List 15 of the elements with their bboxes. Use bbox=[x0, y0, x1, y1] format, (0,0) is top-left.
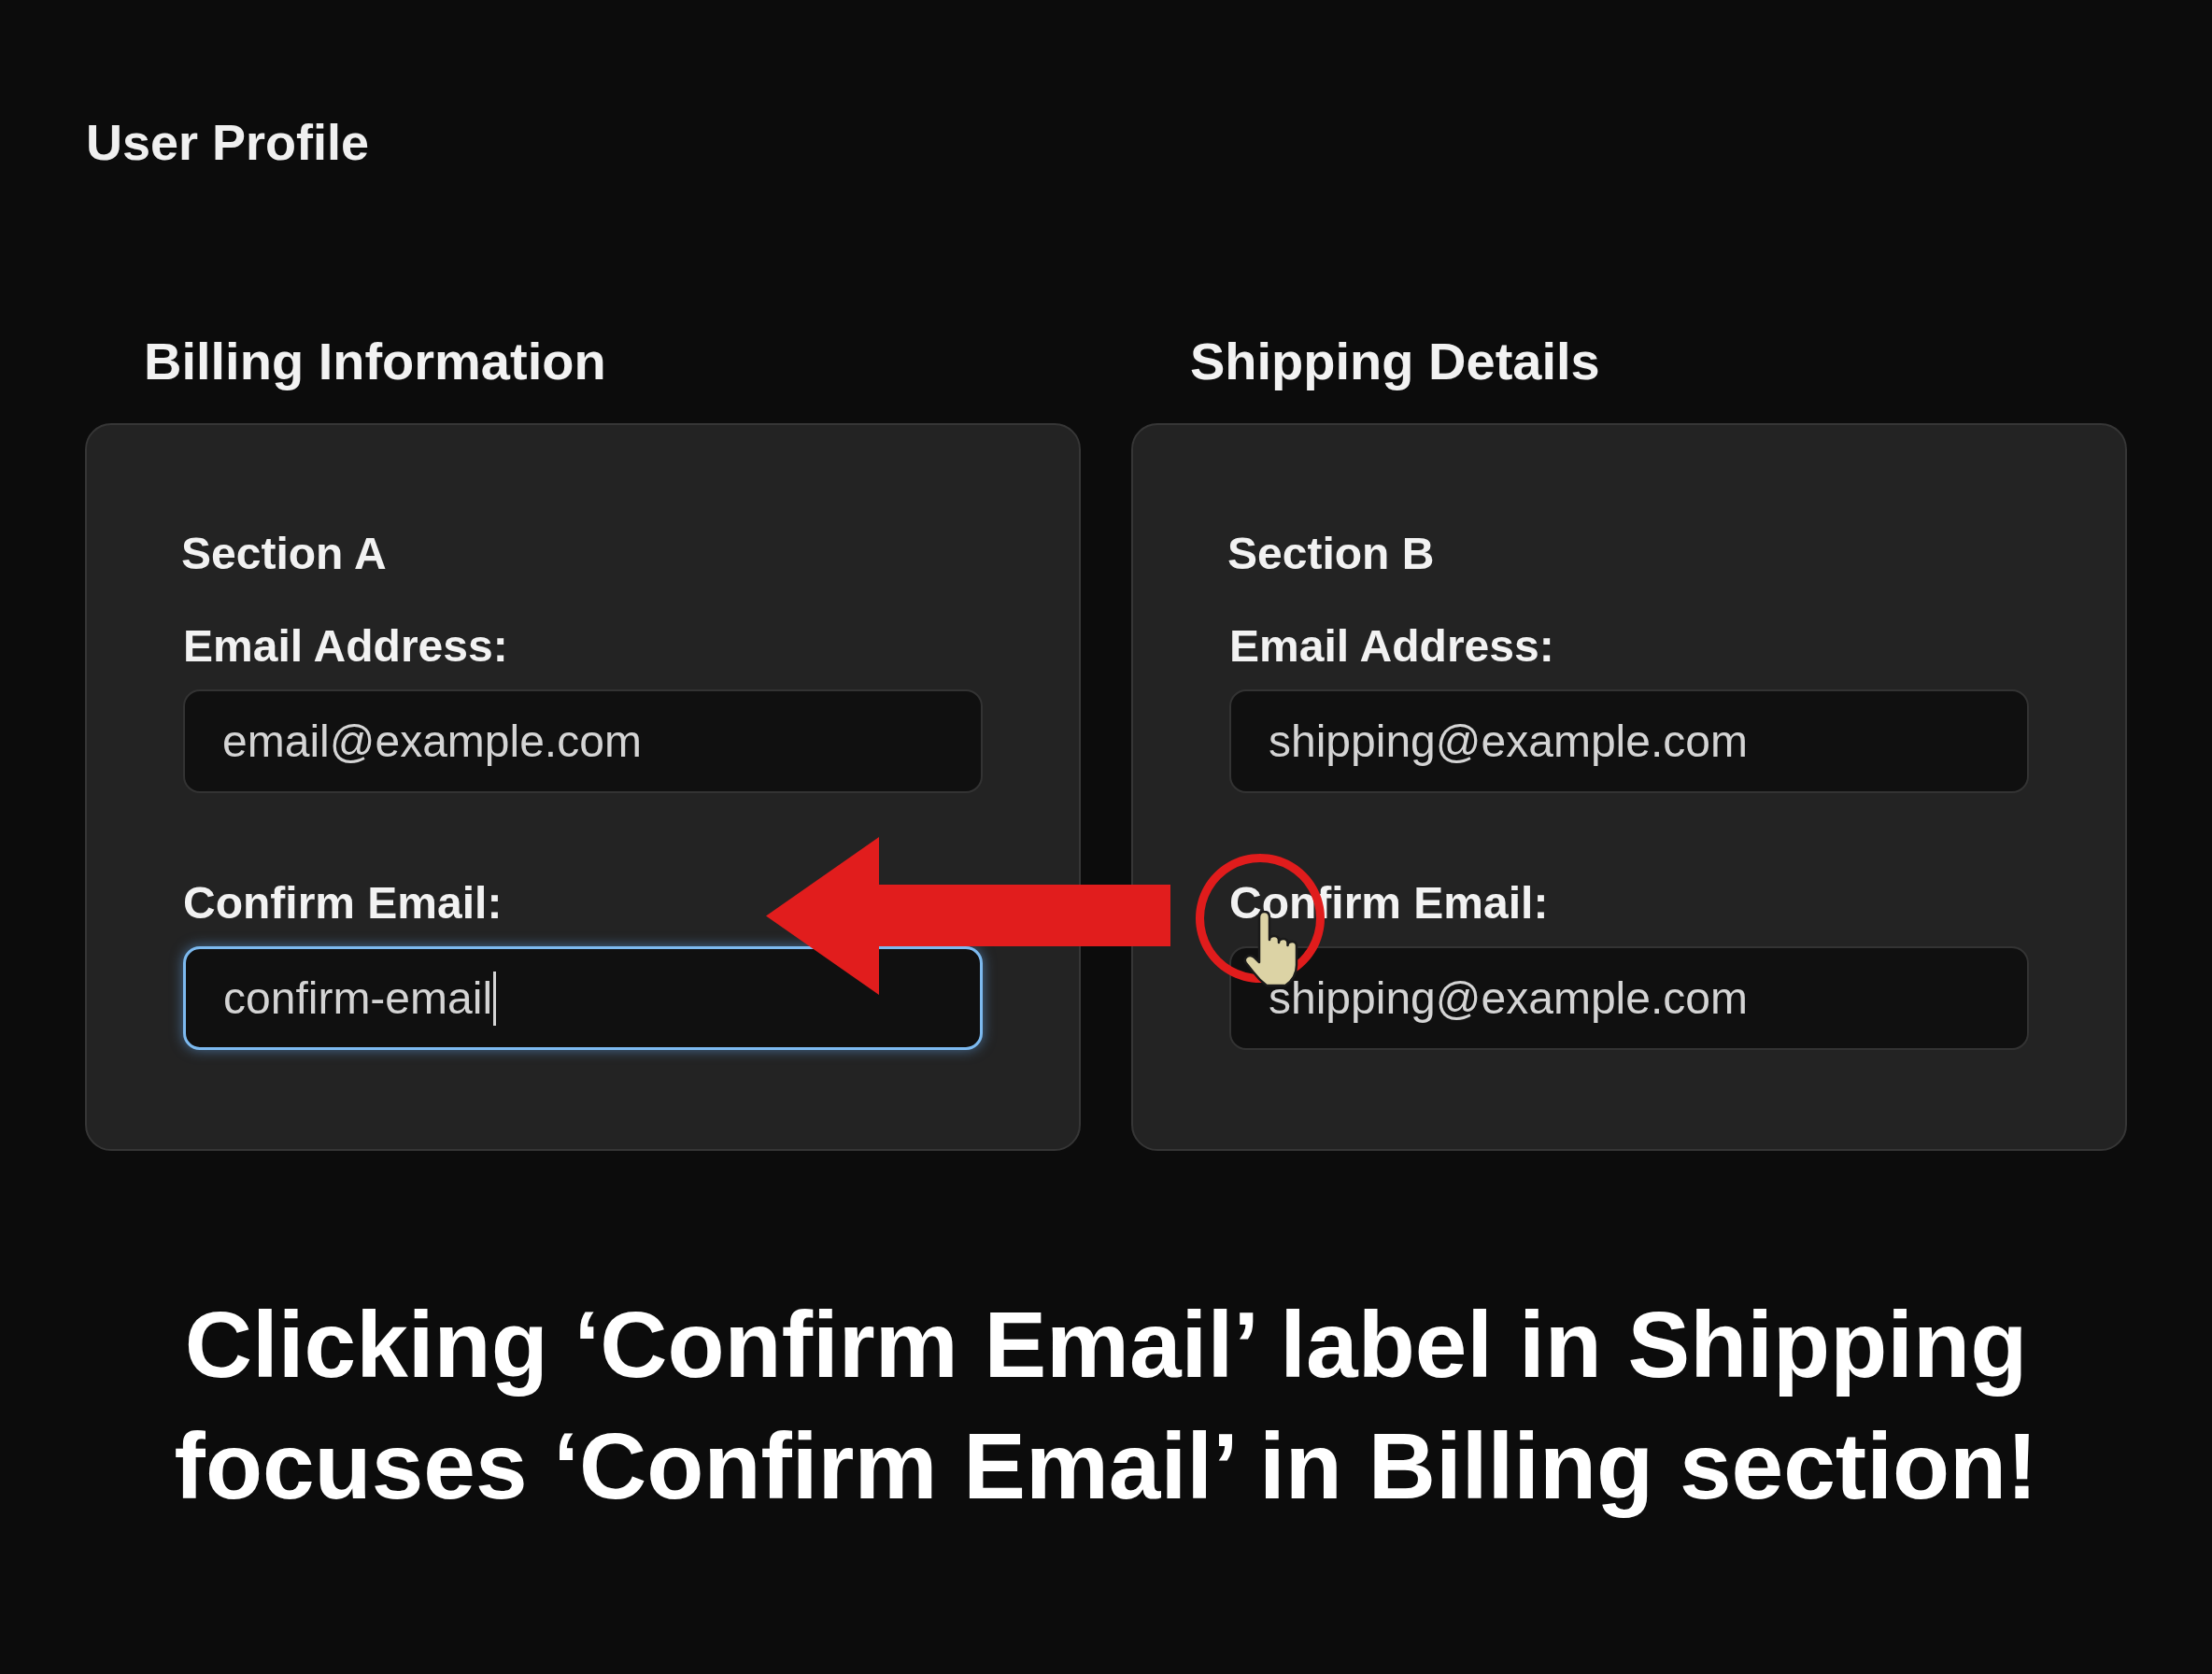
section-heading: Billing Information bbox=[144, 332, 606, 391]
email-field[interactable]: shipping@example.com bbox=[1229, 946, 2029, 1050]
card-title: Section A bbox=[181, 528, 387, 580]
field-label: Email Address: bbox=[1229, 620, 1554, 673]
field-label: Confirm Email: bbox=[183, 877, 503, 929]
arrow-icon bbox=[766, 837, 1170, 995]
card-title: Section B bbox=[1227, 528, 1435, 580]
section-heading: Shipping Details bbox=[1190, 332, 1600, 391]
email-field[interactable]: shipping@example.com bbox=[1229, 689, 2029, 793]
email-field[interactable]: confirm-email bbox=[183, 946, 983, 1050]
caption-text: Clicking ‘Confirm Email’ label in Shipping focuses ‘Confirm Email’ in Billing section! bbox=[173, 1291, 2039, 1520]
email-field[interactable]: email@example.com bbox=[183, 689, 983, 793]
page-title: User Profile bbox=[86, 113, 370, 172]
text-cursor-icon bbox=[493, 971, 497, 1026]
field-label: Email Address: bbox=[183, 620, 508, 673]
